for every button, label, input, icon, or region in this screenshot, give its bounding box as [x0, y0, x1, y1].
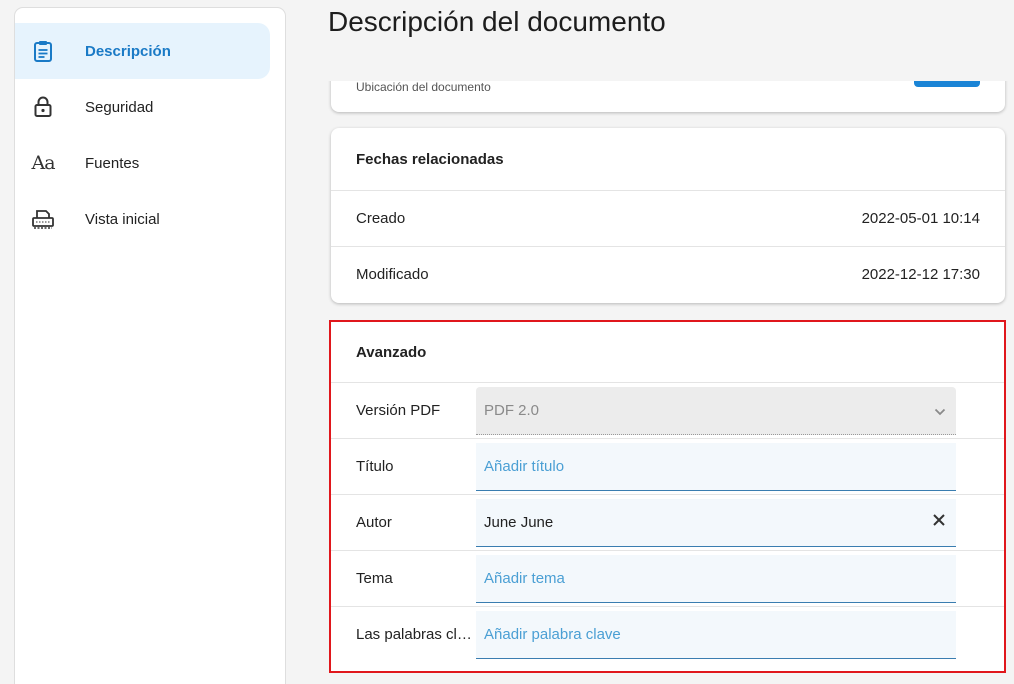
advanced-header: Avanzado — [331, 322, 1004, 383]
keywords-label: Las palabras clave — [356, 626, 474, 643]
author-value: June June — [484, 514, 554, 531]
font-aa-icon: Aa — [31, 152, 55, 174]
date-value: 2022-12-12 17:30 — [861, 266, 980, 283]
close-icon[interactable] — [932, 513, 946, 532]
related-dates-card: Fechas relacionadas Creado 2022-05-01 10… — [331, 128, 1005, 303]
subject-row: Tema Añadir tema — [331, 551, 1004, 607]
document-location-label: Ubicación del documento — [356, 80, 491, 94]
keywords-placeholder: Añadir palabra clave — [484, 626, 621, 643]
document-location-card: Ubicación del documento — [331, 58, 1005, 112]
author-input[interactable]: June June — [476, 499, 956, 547]
advanced-section: Avanzado Versión PDF PDF 2.0 Título Añad… — [329, 320, 1006, 673]
date-value: 2022-05-01 10:14 — [861, 210, 980, 227]
subject-placeholder: Añadir tema — [484, 570, 565, 587]
keywords-row: Las palabras clave Añadir palabra clave — [331, 607, 1004, 663]
sidebar-item-descripcion[interactable]: Descripción — [15, 23, 270, 79]
title-label: Título — [356, 458, 394, 475]
title-row: Título Añadir título — [331, 439, 1004, 495]
keywords-input[interactable]: Añadir palabra clave — [476, 611, 956, 659]
sidebar-item-label: Vista inicial — [85, 210, 160, 228]
date-row-created: Creado 2022-05-01 10:14 — [331, 191, 1005, 247]
date-key: Creado — [356, 210, 406, 227]
lock-icon — [31, 95, 55, 119]
author-label: Autor — [356, 514, 392, 531]
sidebar-item-label: Descripción — [85, 42, 171, 60]
date-row-modified: Modificado 2022-12-12 17:30 — [331, 247, 1005, 303]
sidebar-item-label: Fuentes — [85, 154, 140, 172]
chevron-down-icon — [934, 403, 946, 421]
location-button[interactable] — [914, 80, 980, 87]
sidebar-item-vista-inicial[interactable]: Vista inicial — [15, 191, 270, 247]
pdf-version-value: PDF 2.0 — [484, 402, 540, 419]
clipboard-icon — [31, 39, 55, 63]
pdf-version-select[interactable]: PDF 2.0 — [476, 387, 956, 435]
title-placeholder: Añadir título — [484, 458, 565, 475]
pdf-version-row: Versión PDF PDF 2.0 — [331, 383, 1004, 439]
sidebar-item-fuentes[interactable]: Aa Fuentes — [15, 135, 270, 191]
sidebar-item-label: Seguridad — [85, 98, 154, 116]
printer-icon — [31, 207, 55, 231]
related-dates-header: Fechas relacionadas — [331, 128, 1005, 191]
pdf-version-label: Versión PDF — [356, 402, 441, 419]
author-row: Autor June June — [331, 495, 1004, 551]
subject-label: Tema — [356, 570, 393, 587]
sidebar-item-seguridad[interactable]: Seguridad — [15, 79, 270, 135]
date-key: Modificado — [356, 266, 429, 283]
page-title: Descripción del documento — [328, 6, 666, 37]
sidebar: Descripción Seguridad Aa Fuentes Vista i… — [14, 7, 286, 684]
subject-input[interactable]: Añadir tema — [476, 555, 956, 603]
title-input[interactable]: Añadir título — [476, 443, 956, 491]
